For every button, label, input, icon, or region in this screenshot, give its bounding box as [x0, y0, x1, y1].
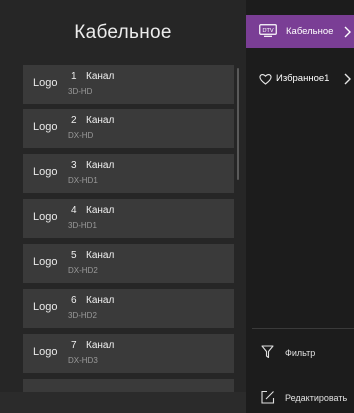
channel-list-panel: Кабельное Logo 1 Канал 3D-HD Logo 2 Кана… [0, 0, 246, 413]
filter-icon [261, 345, 274, 364]
tab-cable[interactable]: DTV Кабельное [246, 15, 354, 48]
channel-item-3[interactable]: Logo 3 Канал DX-HD1 [23, 154, 234, 193]
chevron-right-icon [344, 25, 351, 43]
channel-name: Канал [86, 340, 115, 351]
channel-type: DX-HD2 [68, 266, 98, 275]
channel-name: Канал [86, 205, 115, 216]
tab-favorites-label: Избранное1 [276, 73, 330, 84]
channel-number: 4 [71, 205, 77, 216]
channel-item-7[interactable]: Logo 7 Канал DX-HD3 [23, 334, 234, 373]
edit-icon [261, 390, 275, 409]
list-scrollbar[interactable] [237, 68, 239, 180]
channel-logo: Logo [33, 301, 58, 313]
channel-type: DX-HD1 [68, 176, 98, 185]
channel-logo: Logo [33, 211, 58, 223]
channel-number: 5 [71, 250, 77, 261]
channel-type: DX-HD [68, 131, 94, 140]
channel-item-1[interactable]: Logo 1 Канал 3D-HD [23, 65, 234, 104]
heart-icon [259, 72, 272, 90]
channel-list: Logo 1 Канал 3D-HD Logo 2 Канал DX-HD Lo… [23, 65, 234, 413]
channel-number: 1 [71, 71, 77, 82]
channel-item-5[interactable]: Logo 5 Канал DX-HD2 [23, 244, 234, 283]
chevron-right-icon [344, 72, 351, 90]
channel-name: Канал [86, 250, 115, 261]
channel-name: Канал [86, 115, 115, 126]
channel-item-4[interactable]: Logo 4 Канал 3D-HD1 [23, 199, 234, 238]
edit-label: Редактировать [285, 393, 348, 403]
channel-name: Канал [86, 295, 115, 306]
edit-button[interactable]: Редактировать [246, 386, 354, 410]
channel-name: Канал [86, 160, 115, 171]
dtv-icon: DTV [259, 24, 277, 42]
channel-number: 6 [71, 295, 77, 306]
tab-cable-label: Кабельное [286, 26, 334, 37]
dtv-badge-text: DTV [262, 28, 274, 34]
channel-logo: Logo [33, 121, 58, 133]
channel-item-6[interactable]: Logo 6 Канал 3D-HD2 [23, 289, 234, 328]
channel-item-2[interactable]: Logo 2 Канал DX-HD [23, 109, 234, 148]
channel-type: DX-HD3 [68, 356, 98, 365]
filter-label: Фильтр [285, 348, 316, 358]
channel-type: 3D-HD2 [68, 311, 97, 320]
bottom-strip [0, 392, 246, 413]
channel-number: 7 [71, 340, 77, 351]
channel-name: Канал [86, 71, 115, 82]
channel-type: 3D-HD1 [68, 221, 97, 230]
category-panel: DTV Кабельное Избранное1 Фильтр Редактир… [246, 0, 354, 413]
channel-number: 2 [71, 115, 77, 126]
tab-cable-content: DTV Кабельное [246, 15, 354, 48]
channel-logo: Logo [33, 166, 58, 178]
filter-button[interactable]: Фильтр [246, 341, 354, 365]
list-title: Кабельное [74, 22, 172, 43]
channel-number: 3 [71, 160, 77, 171]
channel-logo: Logo [33, 256, 58, 268]
divider [252, 328, 354, 329]
channel-type: 3D-HD [68, 87, 93, 96]
channel-logo: Logo [33, 77, 58, 89]
tab-favorites[interactable]: Избранное1 [246, 62, 354, 95]
channel-logo: Logo [33, 346, 58, 358]
